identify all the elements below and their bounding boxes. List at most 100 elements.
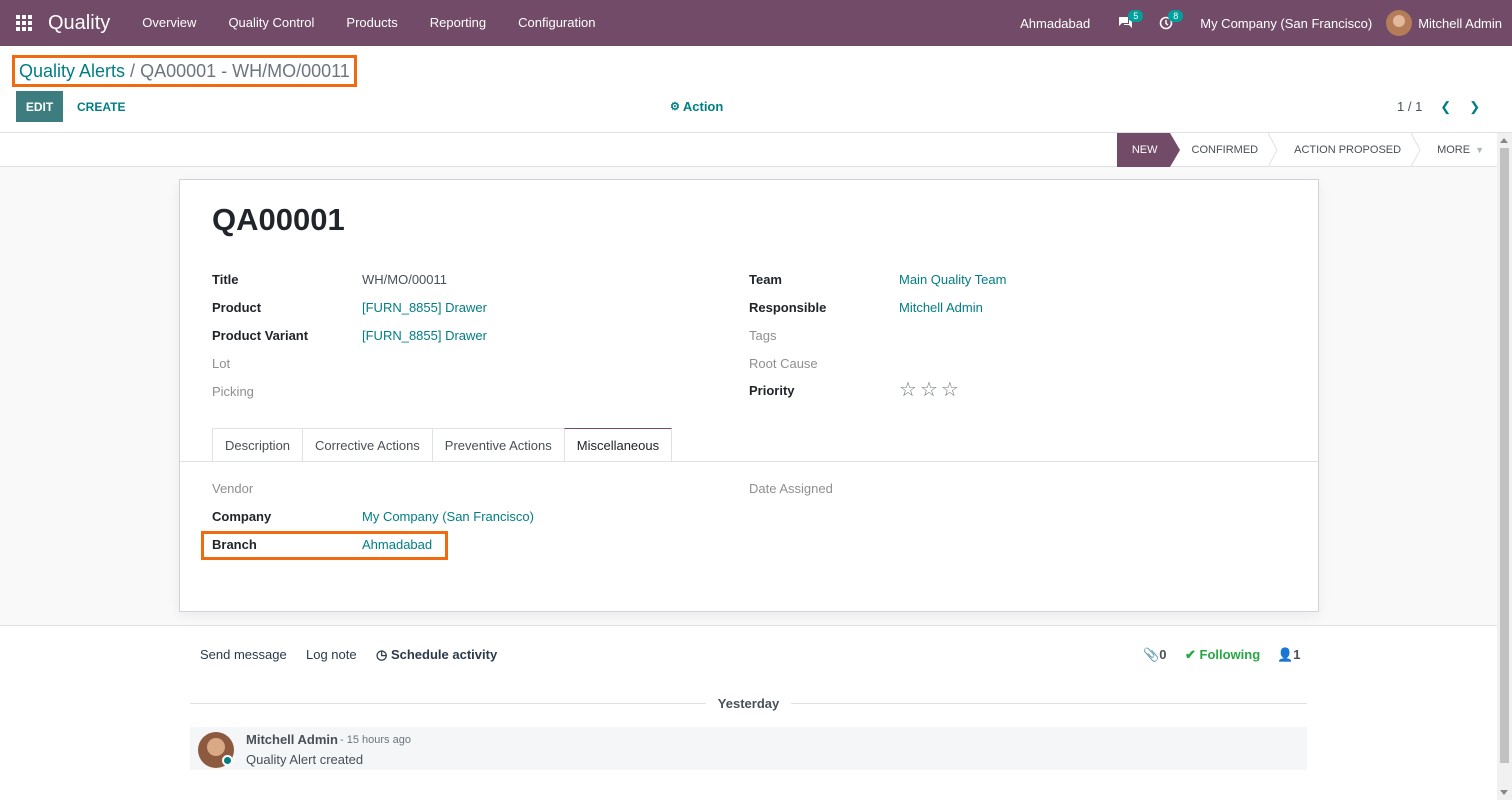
stage-more-dropdown[interactable]: MORE ▼ (1415, 133, 1498, 167)
following-label: Following (1199, 647, 1261, 662)
company-link[interactable]: My Company (San Francisco) (362, 509, 534, 524)
stage-confirmed[interactable]: CONFIRMED (1170, 133, 1278, 167)
user-menu[interactable]: Mitchell Admin (1386, 10, 1512, 36)
messaging-menu[interactable]: 5 (1106, 0, 1146, 46)
date-separator-label: Yesterday (717, 695, 780, 711)
send-message-button[interactable]: Send message (200, 647, 287, 662)
breadcrumb-quality-alerts[interactable]: Quality Alerts (19, 61, 125, 82)
field-title: Title WH/MO/00011 (212, 269, 447, 289)
status-bar: NEW CONFIRMED ACTION PROPOSED MORE ▼ (0, 133, 1512, 167)
field-team: Team Main Quality Team (749, 269, 1006, 289)
followers-count: 1 (1293, 647, 1301, 662)
action-dropdown[interactable]: ⚙ Action (670, 91, 723, 122)
scroll-up-arrow[interactable] (1500, 138, 1508, 143)
stage-action-proposed-label: ACTION PROPOSED (1294, 144, 1402, 156)
root-cause-label: Root Cause (749, 355, 818, 371)
schedule-activity-label: Schedule activity (390, 647, 498, 662)
product-label: Product (212, 299, 262, 315)
company-label: Company (212, 508, 272, 524)
menu-reporting[interactable]: Reporting (414, 0, 502, 46)
log-note-button[interactable]: Log note (306, 647, 357, 662)
stage-new[interactable]: NEW (1116, 133, 1180, 167)
scrollbar-thumb[interactable] (1500, 148, 1509, 763)
pager-next-icon[interactable]: ❯ (1469, 99, 1480, 115)
responsible-label: Responsible (749, 299, 827, 315)
team-label: Team (749, 271, 782, 287)
create-button[interactable]: CREATE (77, 91, 125, 122)
stage-confirmed-label: CONFIRMED (1191, 144, 1259, 156)
record-name: QA00001 (212, 202, 345, 237)
field-priority: Priority ☆ ☆ ☆ (749, 380, 962, 400)
tabs-divider (180, 461, 1318, 462)
followers-button[interactable]: 👤 1 (1277, 647, 1300, 663)
field-product-variant: Product Variant [FURN_8855] Drawer (212, 325, 487, 345)
clock-icon: ◷ (376, 647, 388, 662)
product-variant-label: Product Variant (212, 327, 309, 343)
tags-label: Tags (749, 327, 777, 343)
pager-previous-icon[interactable]: ❮ (1440, 99, 1451, 115)
picking-label: Picking (212, 383, 254, 399)
edit-button[interactable]: EDIT (16, 91, 63, 122)
gear-icon: ⚙ (670, 101, 680, 113)
company-switcher[interactable]: My Company (San Francisco) (1186, 16, 1386, 31)
lot-label: Lot (212, 355, 231, 371)
scroll-down-arrow[interactable] (1500, 790, 1508, 795)
team-link[interactable]: Main Quality Team (899, 272, 1006, 287)
stage-more-label: MORE (1437, 144, 1471, 156)
breadcrumb-current: QA00001 - WH/MO/00011 (140, 60, 350, 81)
form-sheet: QA00001 Title WH/MO/00011 Product [FURN_… (179, 179, 1319, 612)
attachments-button[interactable]: 📎 0 (1143, 647, 1166, 663)
branch-switcher[interactable]: Ahmadabad (1004, 16, 1106, 31)
message-body: Quality Alert created (246, 752, 364, 767)
menu-configuration[interactable]: Configuration (502, 0, 611, 46)
priority-label: Priority (749, 382, 795, 398)
pager: 1 / 1 ❮ ❯ (1397, 91, 1480, 122)
field-tags: Tags (749, 325, 899, 345)
schedule-activity-button[interactable]: ◷ Schedule activity (376, 647, 497, 663)
activities-count-badge: 8 (1168, 10, 1184, 22)
paperclip-icon: 📎 (1143, 647, 1160, 662)
tab-description[interactable]: Description (212, 428, 304, 462)
chatter-message: Mitchell Admin - 15 hours ago Quality Al… (190, 727, 1307, 770)
top-navbar: Quality Overview Quality Control Product… (0, 0, 1512, 46)
caret-down-icon: ▼ (1475, 145, 1484, 155)
messages-count-badge: 5 (1128, 10, 1144, 22)
date-separator: Yesterday (190, 695, 1307, 711)
product-link[interactable]: [FURN_8855] Drawer (362, 300, 487, 315)
action-label: Action (682, 99, 724, 114)
breadcrumb: Quality Alerts / QA00001 - WH/MO/00011 (12, 55, 357, 87)
tab-miscellaneous[interactable]: Miscellaneous (563, 428, 673, 463)
stage-action-proposed[interactable]: ACTION PROPOSED (1272, 133, 1421, 167)
branch-highlight-box (201, 531, 448, 560)
star-icon[interactable]: ☆ (941, 380, 959, 400)
date-assigned-label: Date Assigned (749, 480, 833, 496)
control-panel: Quality Alerts / QA00001 - WH/MO/00011 E… (0, 46, 1512, 133)
star-icon[interactable]: ☆ (920, 380, 938, 400)
vendor-label: Vendor (212, 480, 254, 496)
title-value: WH/MO/00011 (362, 271, 448, 287)
message-date: - 15 hours ago (340, 734, 411, 746)
menu-overview[interactable]: Overview (126, 0, 212, 46)
priority-widget: ☆ ☆ ☆ (899, 380, 962, 400)
title-label: Title (212, 271, 239, 287)
product-variant-link[interactable]: [FURN_8855] Drawer (362, 328, 487, 343)
field-product: Product [FURN_8855] Drawer (212, 297, 487, 317)
star-icon[interactable]: ☆ (899, 380, 917, 400)
following-button[interactable]: ✔ Following (1185, 647, 1260, 663)
field-vendor: Vendor (212, 478, 362, 498)
user-avatar (1386, 10, 1413, 36)
tab-corrective-actions[interactable]: Corrective Actions (302, 428, 433, 462)
activities-menu[interactable]: 8 (1146, 0, 1186, 46)
vertical-scrollbar[interactable] (1497, 133, 1512, 800)
field-root-cause: Root Cause (749, 353, 899, 373)
apps-menu-icon[interactable] (0, 0, 48, 46)
app-name[interactable]: Quality (48, 12, 110, 35)
message-author[interactable]: Mitchell Admin (246, 732, 338, 747)
tab-preventive-actions[interactable]: Preventive Actions (431, 428, 565, 462)
check-icon: ✔ (1185, 647, 1200, 662)
breadcrumb-separator: / (130, 60, 136, 81)
menu-quality-control[interactable]: Quality Control (212, 0, 330, 46)
pager-value[interactable]: 1 / 1 (1397, 99, 1422, 114)
responsible-link[interactable]: Mitchell Admin (899, 300, 983, 315)
menu-products[interactable]: Products (330, 0, 413, 46)
